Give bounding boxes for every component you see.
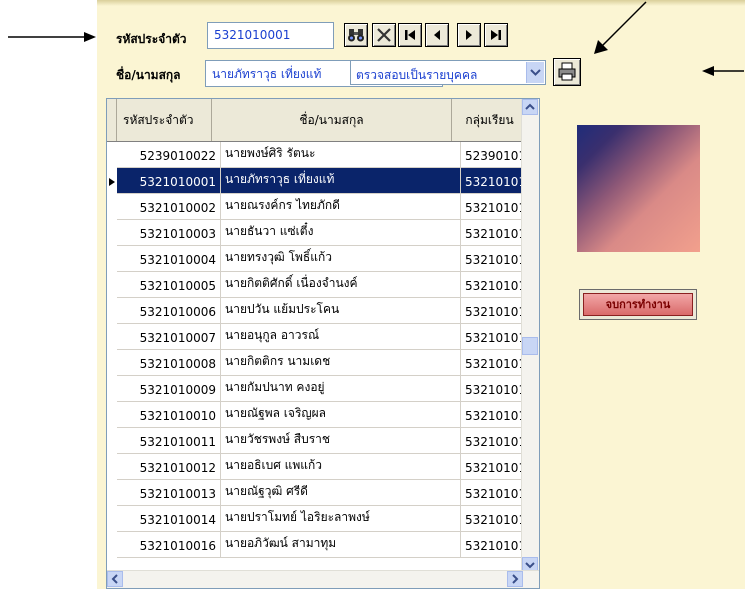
first-record-button[interactable] — [398, 23, 422, 47]
arrow-diagonal-icon — [594, 1, 647, 54]
cell-id: 5321010010 — [117, 402, 221, 428]
cell-name: นายอนุกูล อาวรณ์ — [221, 324, 461, 350]
scroll-up-button[interactable] — [522, 99, 538, 115]
cell-name: นายพงษ์ศิริ รัตนะ — [221, 142, 461, 168]
table-row[interactable]: 5321010003 นายธันวา แซ่เตี๋ง 53210101 — [117, 220, 537, 246]
cell-id: 5321010009 — [117, 376, 221, 402]
table-row[interactable]: 5321010007 นายอนุกูล อาวรณ์ 53210101 — [117, 324, 537, 350]
next-record-icon — [466, 30, 472, 40]
search-button[interactable] — [344, 23, 368, 47]
student-id-input[interactable]: 5321010001 — [207, 22, 334, 49]
cell-id: 5321010006 — [117, 298, 221, 324]
previous-record-button[interactable] — [425, 23, 449, 47]
student-id-label: รหัสประจำตัว — [116, 32, 187, 46]
column-header-group[interactable]: กลุ่มเรียน — [452, 99, 528, 141]
table-row[interactable]: 5239010022 นายพงษ์ศิริ รัตนะ 52390101 — [117, 142, 537, 168]
cell-name: นายกิตติกร นามเดช — [221, 350, 461, 376]
cell-name: นายธันวา แซ่เตี๋ง — [221, 220, 461, 246]
binoculars-icon — [348, 29, 364, 42]
scroll-thumb[interactable] — [522, 337, 538, 355]
report-option-value: ตรวจสอบเป็นรายบุคคล — [356, 68, 478, 82]
table-row[interactable]: 5321010009 นายกัมปนาท คงอยู่ 53210101 — [117, 376, 537, 402]
column-header-id[interactable]: รหัสประจำตัว — [117, 99, 212, 141]
cell-name: นายณัฐพล เจริญผล — [221, 402, 461, 428]
cell-name: นายทรงวุฒิ โพธิ์แก้ว — [221, 246, 461, 272]
cell-id: 5321010011 — [117, 428, 221, 454]
grid-header: รหัสประจำตัว ชื่อ/นามสกุล กลุ่มเรียน — [107, 99, 528, 142]
cell-name: นายภัทราวุธ เที่ยงแท้ — [221, 168, 461, 194]
cell-name: นายณรงค์กร ไทยภักดี — [221, 194, 461, 220]
name-label: ชื่อ/นามสกุล — [116, 68, 181, 82]
previous-record-icon — [434, 30, 440, 40]
cell-id: 5321010004 — [117, 246, 221, 272]
student-grid[interactable]: รหัสประจำตัว ชื่อ/นามสกุล กลุ่มเรียน 523… — [106, 98, 540, 589]
arrow-right-icon — [8, 32, 96, 42]
end-button[interactable]: จบการทำงาน — [579, 289, 697, 320]
print-button[interactable] — [553, 58, 581, 86]
cell-name: นายณัฐวุฒิ ศรีดี — [221, 480, 461, 506]
cell-id: 5321010008 — [117, 350, 221, 376]
scroll-left-button[interactable] — [107, 571, 123, 587]
cell-id: 5239010022 — [117, 142, 221, 168]
cell-id: 5321010001 — [117, 168, 221, 194]
cell-name: นายอธิเบศ แพแก้ว — [221, 454, 461, 480]
scroll-right-button[interactable] — [507, 571, 523, 587]
table-row[interactable]: 5321010006 นายปวัน แย้มประโคน 53210101 — [117, 298, 537, 324]
gradient-image — [577, 125, 700, 252]
x-icon — [377, 28, 391, 42]
cell-name: นายปวัน แย้มประโคน — [221, 298, 461, 324]
last-record-button[interactable] — [484, 23, 508, 47]
table-row[interactable]: 5321010013 นายณัฐวุฒิ ศรีดี 53210101 — [117, 480, 537, 506]
vertical-scrollbar[interactable] — [521, 99, 539, 573]
header-indicator — [107, 99, 117, 141]
table-row[interactable]: 5321010010 นายณัฐพล เจริญผล 53210101 — [117, 402, 537, 428]
table-row[interactable]: 5321010008 นายกิตติกร นามเดช 53210101 — [117, 350, 537, 376]
cell-id: 5321010007 — [117, 324, 221, 350]
printer-icon — [558, 62, 576, 81]
cell-name: นายอภิวัฒน์ สามาทุม — [221, 532, 461, 558]
column-header-name[interactable]: ชื่อ/นามสกุล — [212, 99, 452, 141]
chevron-down-icon — [530, 69, 541, 76]
cell-id: 5321010003 — [117, 220, 221, 246]
cell-name: นายปราโมทย์ ไอริยะลาพงษ์ — [221, 506, 461, 532]
table-row[interactable]: 5321010004 นายทรงวุฒิ โพธิ์แก้ว 53210101 — [117, 246, 537, 272]
end-button-label: จบการทำงาน — [583, 293, 693, 316]
chevron-right-icon — [512, 574, 519, 584]
cell-id: 5321010014 — [117, 506, 221, 532]
table-row[interactable]: 5321010002 นายณรงค์กร ไทยภักดี 53210101 — [117, 194, 537, 220]
chevron-left-icon — [111, 574, 118, 584]
table-row[interactable]: 5321010012 นายอธิเบศ แพแก้ว 53210101 — [117, 454, 537, 480]
cell-name: นายวัชรพงษ์ สืบราช — [221, 428, 461, 454]
cell-id: 5321010005 — [117, 272, 221, 298]
chevron-up-icon — [525, 103, 535, 110]
next-record-button[interactable] — [457, 23, 481, 47]
report-option-select[interactable]: ตรวจสอบเป็นรายบุคคล — [350, 60, 546, 85]
horizontal-scrollbar[interactable] — [107, 570, 539, 588]
cell-id: 5321010002 — [117, 194, 221, 220]
table-row[interactable]: 5321010011 นายวัชรพงษ์ สืบราช 53210101 — [117, 428, 537, 454]
first-record-icon — [405, 30, 415, 40]
arrow-left-icon — [702, 66, 744, 76]
cell-id: 5321010016 — [117, 532, 221, 558]
clear-button[interactable] — [372, 23, 396, 47]
table-row[interactable]: 5321010001 นายภัทราวุธ เที่ยงแท้ 53210101 — [117, 168, 537, 194]
cell-name: นายกิตติศักดิ์ เนื่องจำนงค์ — [221, 272, 461, 298]
dropdown-button[interactable] — [526, 62, 544, 83]
table-row[interactable]: 5321010014 นายปราโมทย์ ไอริยะลาพงษ์ 532101… — [117, 506, 537, 532]
row-indicator-icon — [108, 176, 116, 190]
table-row[interactable]: 5321010016 นายอภิวัฒน์ สามาทุม 53210101 — [117, 532, 537, 558]
cell-name: นายกัมปนาท คงอยู่ — [221, 376, 461, 402]
last-record-icon — [491, 30, 501, 40]
table-row[interactable]: 5321010005 นายกิตติศักดิ์ เนื่องจำนงค์ 532… — [117, 272, 537, 298]
cell-id: 5321010012 — [117, 454, 221, 480]
cell-id: 5321010013 — [117, 480, 221, 506]
